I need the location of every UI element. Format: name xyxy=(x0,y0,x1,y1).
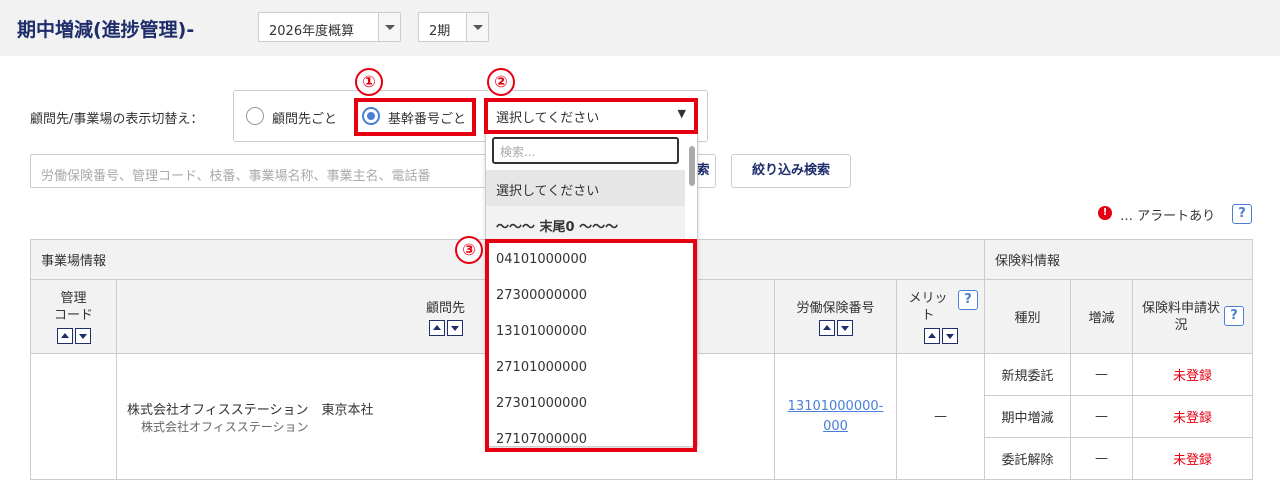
sort-buttons xyxy=(818,320,854,336)
filter-search-button[interactable]: 絞り込み検索 xyxy=(731,154,851,188)
chevron-down-icon[interactable] xyxy=(378,13,400,41)
sort-buttons xyxy=(56,327,92,344)
scrollbar-thumb[interactable] xyxy=(689,146,695,186)
col-merit-header: メリット ? xyxy=(896,279,985,354)
cell-change: — xyxy=(1070,395,1133,438)
page-title: 期中増減(進捗管理)- xyxy=(17,19,195,41)
annotation-number-1: ① xyxy=(355,68,383,96)
help-icon[interactable]: ? xyxy=(958,290,978,310)
sort-asc-icon[interactable] xyxy=(428,320,445,336)
sort-buttons xyxy=(923,327,959,344)
help-icon[interactable]: ? xyxy=(1232,204,1252,224)
col-type-header: 種別 xyxy=(984,279,1071,354)
annotation-number-2: ② xyxy=(487,68,515,96)
fiscal-year-select[interactable]: 2026年度概算 xyxy=(258,12,401,42)
radio-client-label: 顧問先ごと xyxy=(272,112,338,127)
sort-desc-icon[interactable] xyxy=(941,327,958,344)
alert-legend-text: … アラートあり xyxy=(1120,209,1216,224)
col-code-header: 管理 コード xyxy=(30,279,117,354)
dropdown-search-input[interactable]: 検索... xyxy=(492,137,679,164)
cell-labor-no: 13101000000-000 xyxy=(774,353,897,480)
cell-status: 未登録 xyxy=(1132,353,1253,396)
search-input[interactable]: 労働保険番号、管理コード、枝番、事業場名称、事業主名、電話番 xyxy=(30,154,510,188)
cell-change: — xyxy=(1070,353,1133,396)
cell-merit: — xyxy=(896,353,985,480)
help-icon[interactable]: ? xyxy=(1224,306,1244,326)
annotation-box-2 xyxy=(484,98,698,134)
search-button-label: 索 xyxy=(696,163,710,178)
radio-circle[interactable] xyxy=(246,107,264,125)
sort-asc-icon[interactable] xyxy=(818,320,835,336)
cell-code xyxy=(30,353,117,480)
cell-status: 未登録 xyxy=(1132,395,1253,438)
cell-change: — xyxy=(1070,437,1133,480)
col-merit-label: メリット xyxy=(908,290,948,323)
sort-asc-icon[interactable] xyxy=(56,327,73,344)
sort-buttons xyxy=(428,320,464,336)
group-premium-header: 保険料情報 xyxy=(984,239,1253,280)
display-switch-label: 顧問先/事業場の表示切替え： xyxy=(30,112,204,127)
page-header: 期中増減(進捗管理)- 2026年度概算 2期 xyxy=(0,0,1280,56)
cell-type: 新規委託 xyxy=(984,353,1071,396)
dropdown-option-selected[interactable]: 選択してください xyxy=(486,170,686,206)
sort-desc-icon[interactable] xyxy=(446,320,463,336)
annotation-box-1 xyxy=(354,98,476,136)
cell-type: 期中増減 xyxy=(984,395,1071,438)
labor-no-link[interactable]: 13101000000-000 xyxy=(786,397,886,437)
col-labor-no-label: 労働保険番号 xyxy=(796,301,875,316)
alert-icon: ! xyxy=(1098,206,1112,220)
sort-asc-icon[interactable] xyxy=(923,327,940,344)
cell-status: 未登録 xyxy=(1132,437,1253,480)
col-change-header: 増減 xyxy=(1070,279,1133,354)
sort-desc-icon[interactable] xyxy=(836,320,853,336)
period-select[interactable]: 2期 xyxy=(418,12,489,42)
period-value: 2期 xyxy=(429,24,451,39)
cell-type: 委託解除 xyxy=(984,437,1071,480)
sort-desc-icon[interactable] xyxy=(74,327,91,344)
dropdown-group-label: 〜〜〜 末尾0 〜〜〜 xyxy=(486,206,686,242)
col-labor-no-header: 労働保険番号 xyxy=(774,279,897,354)
col-status-header: 保険料申請状況 ? xyxy=(1132,279,1253,354)
col-status-label: 保険料申請状況 xyxy=(1141,300,1220,333)
chevron-down-icon[interactable] xyxy=(466,13,488,41)
annotation-number-3: ③ xyxy=(455,236,483,264)
col-code-label: 管理 コード xyxy=(53,290,93,323)
fiscal-year-value: 2026年度概算 xyxy=(269,24,355,39)
annotation-box-3 xyxy=(485,239,697,452)
